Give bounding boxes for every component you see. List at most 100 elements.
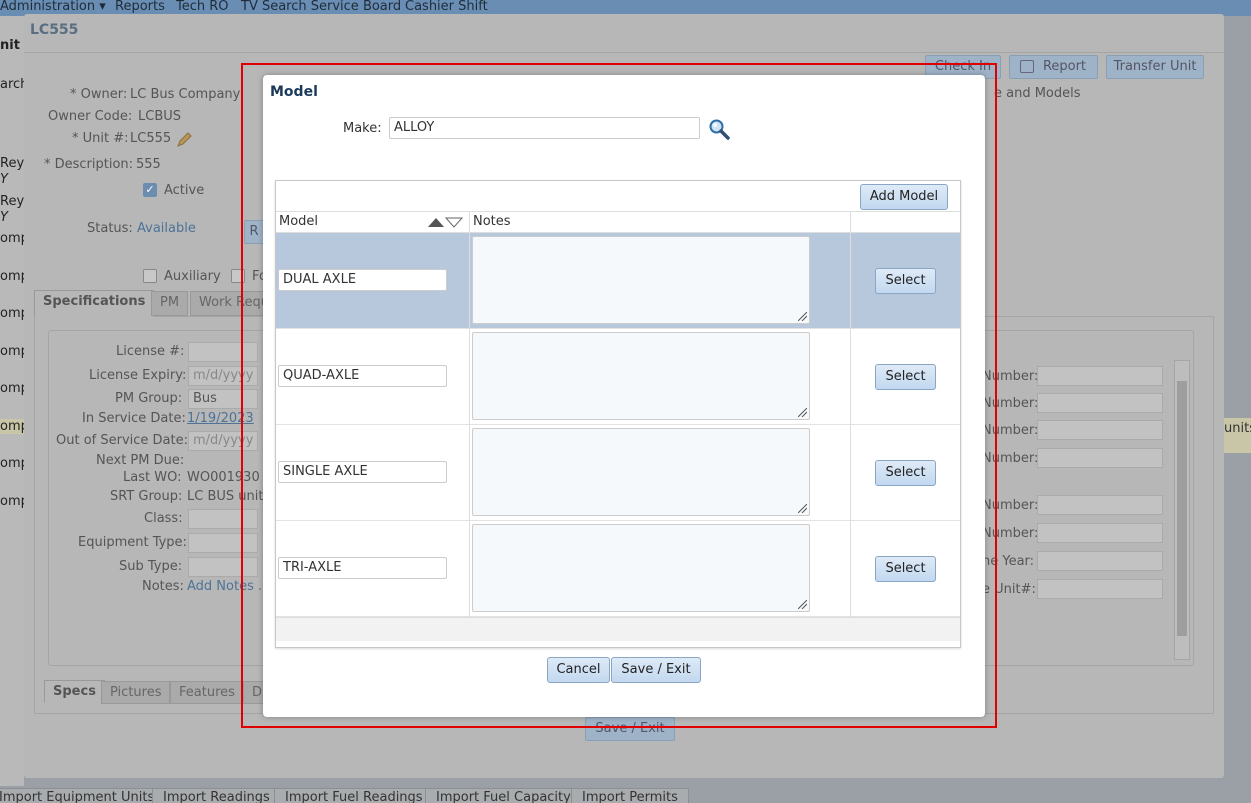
last-wo-label: Last WO: [123, 470, 182, 485]
nav-cashier-shift[interactable]: Cashier Shift [405, 0, 488, 14]
license-expiry-input[interactable]: m/d/yyyy [188, 366, 258, 386]
cancel-button[interactable]: Cancel [547, 657, 610, 683]
right-field-label: Number: [982, 369, 1039, 384]
column-header-model[interactable]: Model [276, 212, 470, 233]
divider [850, 425, 851, 521]
active-checkbox[interactable]: ✓ [143, 183, 157, 197]
vertical-scrollbar[interactable] [1174, 360, 1190, 660]
right-field-input[interactable] [1037, 393, 1163, 413]
model-grid: Add Model Model Notes DUAL AXLE Select Q… [275, 180, 961, 648]
report-button[interactable]: Report [1009, 55, 1098, 79]
table-row[interactable]: DUAL AXLE Select [276, 233, 960, 329]
tab-features[interactable]: Features [170, 681, 244, 704]
scrollbar-thumb[interactable] [1177, 381, 1187, 636]
right-field-input[interactable] [1037, 579, 1163, 599]
select-button[interactable]: Select [875, 556, 936, 582]
notes-textarea[interactable] [472, 428, 810, 516]
notes-textarea[interactable] [472, 524, 810, 612]
class-label: Class: [144, 511, 183, 526]
makes-models-link[interactable]: e and Models [994, 86, 1081, 101]
class-input[interactable] [188, 509, 258, 529]
grid-footer [276, 617, 960, 641]
resize-grip-icon[interactable] [798, 600, 807, 609]
nav-tv-search-service-board[interactable]: TV Search Service Board [241, 0, 401, 14]
owner-code-label: Owner Code: [48, 109, 133, 124]
select-button[interactable]: Select [875, 364, 936, 390]
fo-checkbox[interactable] [231, 269, 245, 283]
right-field-input[interactable] [1037, 420, 1163, 440]
tab-pictures[interactable]: Pictures [101, 681, 171, 704]
table-row[interactable]: TRI-AXLE Select [276, 521, 960, 617]
tab-specifications[interactable]: Specifications [34, 290, 155, 317]
left-text: omp [0, 344, 24, 359]
tab-import-fuel-readings[interactable]: Import Fuel Readings [274, 788, 434, 803]
add-model-button[interactable]: Add Model [860, 184, 948, 210]
auxiliary-checkbox[interactable] [143, 269, 157, 283]
right-field-label: Number: [982, 423, 1039, 438]
equipment-type-input[interactable] [188, 533, 258, 553]
right-field-input[interactable] [1037, 551, 1163, 571]
tab-import-readings[interactable]: Import Readings [152, 788, 281, 803]
edit-pencil-icon[interactable] [176, 132, 192, 148]
equipment-type-label: Equipment Type: [78, 535, 187, 550]
tab-import-permits[interactable]: Import Permits [571, 788, 689, 803]
tab-pm[interactable]: PM [151, 291, 189, 316]
search-icon[interactable] [708, 118, 730, 140]
left-text: omp [0, 456, 24, 471]
background-save-exit-button[interactable]: Save / Exit [585, 717, 675, 741]
model-input[interactable]: TRI-AXLE [278, 557, 447, 579]
sub-type-input[interactable] [188, 557, 258, 577]
make-input[interactable]: ALLOY [389, 117, 700, 139]
nav-reports[interactable]: Reports [115, 0, 165, 14]
right-field-input[interactable] [1037, 495, 1163, 515]
notes-textarea[interactable] [472, 236, 810, 324]
divider [850, 521, 851, 617]
nav-tech-ro[interactable]: Tech RO [176, 0, 229, 14]
owner-value: LC Bus Company [130, 87, 241, 102]
unit-value: LC555 [130, 131, 172, 146]
right-field-input[interactable] [1037, 523, 1163, 543]
last-wo-value[interactable]: WO001930 [187, 470, 260, 485]
right-field-label: e Unit#: [982, 582, 1036, 597]
out-of-service-input[interactable]: m/d/yyyy h [188, 431, 258, 451]
select-button[interactable]: Select [875, 460, 936, 486]
right-field-input[interactable] [1037, 448, 1163, 468]
right-field-label: he Year: [982, 554, 1035, 569]
divider [469, 329, 470, 425]
owner-label: * Owner: [70, 87, 128, 102]
model-input[interactable]: DUAL AXLE [278, 269, 447, 291]
license-input[interactable] [188, 342, 258, 362]
resize-grip-icon[interactable] [798, 408, 807, 417]
resize-grip-icon[interactable] [798, 504, 807, 513]
sort-icon[interactable] [427, 215, 463, 229]
make-label: Make: [343, 121, 382, 136]
in-service-value[interactable]: 1/19/2023 [187, 411, 254, 426]
column-header-notes[interactable]: Notes [470, 212, 851, 233]
tab-import-fuel-capacity[interactable]: Import Fuel Capacity [425, 788, 582, 803]
grid-header: Model Notes [276, 212, 960, 233]
tab-specs[interactable]: Specs [44, 680, 105, 703]
notes-textarea[interactable] [472, 332, 810, 420]
add-notes-link[interactable]: Add Notes ... [187, 579, 270, 594]
tab-import-equipment-units[interactable]: Import Equipment Units [0, 788, 166, 803]
units-label: units [1224, 418, 1251, 453]
right-field-input[interactable] [1037, 366, 1163, 386]
save-exit-button[interactable]: Save / Exit [611, 657, 701, 683]
select-button[interactable]: Select [875, 268, 936, 294]
sub-type-label: Sub Type: [119, 559, 183, 574]
nav-administration[interactable]: Administration ▾ [0, 0, 106, 14]
pm-group-select[interactable]: Bus [BUS] ’ [188, 389, 258, 409]
resize-grip-icon[interactable] [798, 312, 807, 321]
table-row[interactable]: SINGLE AXLE Select [276, 425, 960, 521]
model-input[interactable]: SINGLE AXLE [278, 461, 447, 483]
out-of-service-label: Out of Service Date: [56, 433, 188, 448]
background-button[interactable]: R [244, 220, 264, 244]
transfer-unit-button[interactable]: Transfer Unit [1106, 55, 1204, 79]
divider [850, 329, 851, 425]
left-text: Y [0, 210, 8, 225]
table-row[interactable]: QUAD-AXLE Select [276, 329, 960, 425]
model-dialog: Model Make: ALLOY Add Model Model Notes … [263, 75, 985, 717]
left-text: omp [0, 231, 24, 246]
left-text: omp [0, 494, 24, 509]
model-input[interactable]: QUAD-AXLE [278, 365, 447, 387]
